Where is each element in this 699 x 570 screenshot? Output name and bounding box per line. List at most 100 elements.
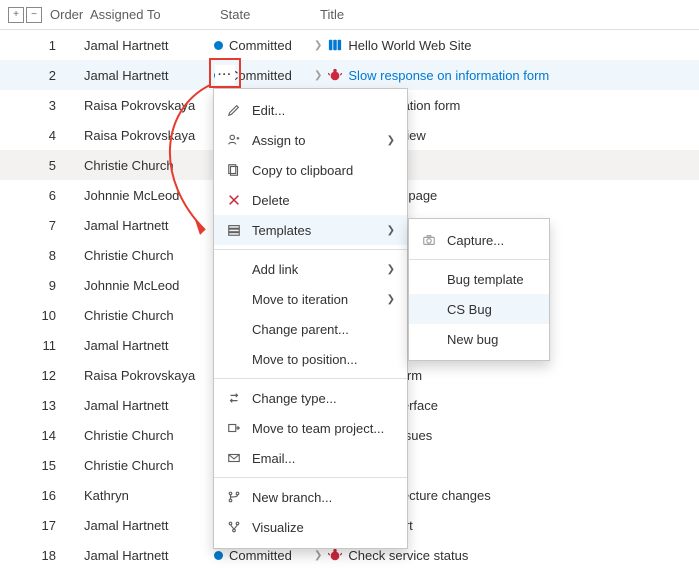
menu-item-label: Add link	[252, 262, 377, 277]
menu-item-change-type[interactable]: Change type...	[214, 383, 407, 413]
delete-icon	[226, 192, 242, 208]
menu-separator	[409, 259, 549, 260]
order-cell: 9	[6, 278, 76, 293]
menu-item-label: Templates	[252, 223, 377, 238]
menu-item-assign-to[interactable]: Assign to ❯	[214, 125, 407, 155]
menu-separator	[214, 249, 407, 250]
menu-item-cs-bug[interactable]: CS Bug	[409, 294, 549, 324]
template-icon	[226, 222, 242, 238]
camera-icon	[421, 232, 437, 248]
assigned-cell: Christie Church	[76, 428, 206, 443]
branch-icon	[226, 489, 242, 505]
menu-item-label: Visualize	[252, 520, 395, 535]
order-cell: 4	[6, 128, 76, 143]
copy-icon	[226, 162, 242, 178]
order-cell: 13	[6, 398, 76, 413]
work-item-title[interactable]: Hello World Web Site	[348, 38, 471, 53]
order-cell: 10	[6, 308, 76, 323]
menu-item-edit[interactable]: Edit...	[214, 95, 407, 125]
table-header: + − Order Assigned To State Title	[0, 0, 699, 30]
menu-item-change-parent[interactable]: Change parent...	[214, 314, 407, 344]
menu-item-visualize[interactable]: Visualize	[214, 512, 407, 542]
menu-item-new-bug[interactable]: New bug	[409, 324, 549, 354]
collapse-all-icon[interactable]: −	[26, 7, 42, 23]
assigned-cell: Jamal Hartnett	[76, 218, 206, 233]
col-title[interactable]: Title	[312, 7, 699, 22]
menu-item-label: Move to team project...	[252, 421, 395, 436]
col-state[interactable]: State	[212, 7, 312, 22]
assigned-cell: Jamal Hartnett	[76, 548, 206, 563]
expand-all-icon[interactable]: +	[8, 7, 24, 23]
chevron-right-icon: ❯	[387, 135, 395, 146]
assigned-cell: Jamal Hartnett	[76, 398, 206, 413]
menu-item-label: Move to position...	[252, 352, 395, 367]
menu-item-label: Delete	[252, 193, 395, 208]
menu-item-bug-template[interactable]: Bug template	[409, 264, 549, 294]
chevron-right-icon: ❯	[387, 264, 395, 275]
work-item-title[interactable]: Slow response on information form	[348, 68, 549, 83]
order-cell: 18	[6, 548, 76, 563]
assigned-cell: Jamal Hartnett	[76, 38, 206, 53]
state-dot-icon	[214, 41, 223, 50]
menu-item-label: Change parent...	[252, 322, 395, 337]
menu-separator	[214, 477, 407, 478]
menu-item-move-to-team-project[interactable]: Move to team project...	[214, 413, 407, 443]
order-cell: 11	[6, 338, 76, 353]
order-cell: 14	[6, 428, 76, 443]
table-row[interactable]: 1Jamal Hartnett Committed ❯ Hello World Web…	[0, 30, 699, 60]
menu-item-move-to-iteration[interactable]: Move to iteration❯	[214, 284, 407, 314]
bug-icon	[328, 68, 342, 82]
title-cell[interactable]: ❯ Hello World Web Site	[306, 38, 699, 53]
table-row[interactable]: 2Jamal HartnettCommitted❯Slow response o…	[0, 60, 699, 90]
chevron-right-icon: ❯	[314, 40, 322, 51]
menu-item-label: Assign to	[252, 133, 377, 148]
menu-item-delete[interactable]: Delete	[214, 185, 407, 215]
assigned-cell: Raisa Pokrovskaya	[76, 128, 206, 143]
menu-item-label: CS Bug	[447, 302, 537, 317]
order-cell: 3	[6, 98, 76, 113]
assigned-cell: Christie Church	[76, 458, 206, 473]
assigned-cell: Christie Church	[76, 248, 206, 263]
order-cell: 15	[6, 458, 76, 473]
menu-item-new-branch[interactable]: New branch...	[214, 482, 407, 512]
chevron-right-icon: ❯	[387, 225, 395, 236]
menu-item-label: Change type...	[252, 391, 395, 406]
col-order[interactable]: Order	[42, 7, 82, 22]
chevron-right-icon: ❯	[314, 70, 322, 81]
menu-item-add-link[interactable]: Add link ❯	[214, 254, 407, 284]
menu-item-label: New bug	[447, 332, 537, 347]
order-cell: 2	[6, 68, 76, 83]
order-cell: 16	[6, 488, 76, 503]
assigned-cell: Jamal Hartnett	[76, 338, 206, 353]
assigned-cell: Christie Church	[76, 158, 206, 173]
state-label: Committed	[229, 38, 292, 53]
order-cell: 1	[6, 38, 76, 53]
assigned-cell: Johnnie McLeod	[76, 278, 206, 293]
assigned-cell: Jamal Hartnett	[76, 68, 206, 83]
visualize-icon	[226, 519, 242, 535]
title-cell[interactable]: ❯Check service status	[306, 548, 699, 563]
title-cell[interactable]: ❯ Slow response on information form	[306, 68, 699, 83]
assigned-cell: Kathryn	[76, 488, 206, 503]
menu-item-copy-to-clipboard[interactable]: Copy to clipboard	[214, 155, 407, 185]
state-dot-icon	[214, 551, 223, 560]
order-cell: 8	[6, 248, 76, 263]
menu-item-capture[interactable]: Capture...	[409, 225, 549, 255]
work-item-title[interactable]: Check service status	[348, 548, 468, 563]
menu-item-label: Capture...	[447, 233, 537, 248]
order-cell: 6	[6, 188, 76, 203]
moveteam-icon	[226, 420, 242, 436]
bug-icon	[328, 548, 342, 562]
state-cell: Committed	[206, 38, 306, 53]
assigned-cell: Jamal Hartnett	[76, 518, 206, 533]
annotation-box	[209, 58, 241, 88]
menu-item-email[interactable]: Email...	[214, 443, 407, 473]
col-assigned[interactable]: Assigned To	[82, 7, 212, 22]
menu-separator	[214, 378, 407, 379]
order-cell: 5	[6, 158, 76, 173]
menu-item-label: Move to iteration	[252, 292, 377, 307]
menu-item-templates[interactable]: Templates ❯	[214, 215, 407, 245]
state-cell: Committed	[206, 548, 306, 563]
menu-item-move-to-position[interactable]: Move to position...	[214, 344, 407, 374]
menu-item-label: Edit...	[252, 103, 395, 118]
